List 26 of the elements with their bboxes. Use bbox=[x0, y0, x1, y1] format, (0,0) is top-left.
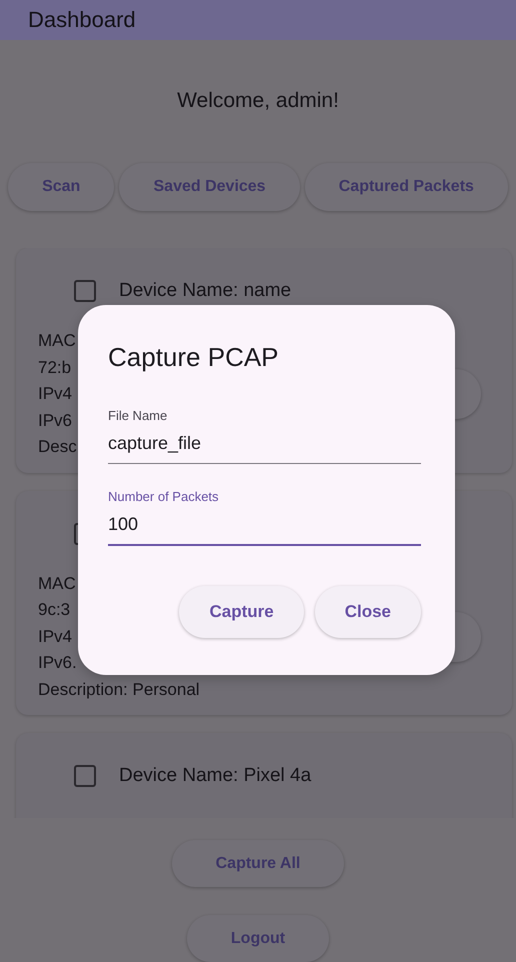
nav-button[interactable]: Saved Devices bbox=[119, 163, 300, 211]
nav-button[interactable]: Scan bbox=[8, 163, 114, 211]
device-detail: MAC bbox=[38, 572, 76, 594]
dialog-button[interactable]: Capture bbox=[179, 586, 304, 638]
checkbox[interactable] bbox=[74, 280, 96, 302]
dialog-title: Capture PCAP bbox=[108, 341, 280, 374]
app-title: Dashboard bbox=[28, 7, 136, 33]
text-field[interactable]: Number of Packets 100 bbox=[108, 478, 421, 546]
device-name: Device Name: Pixel 4a bbox=[119, 765, 312, 787]
device-detail: IPv6. bbox=[38, 652, 77, 674]
device-detail: 9c:3 bbox=[38, 599, 70, 621]
device-detail: Description: Personal bbox=[38, 678, 200, 700]
text-field[interactable]: File Name capture_file bbox=[108, 397, 421, 464]
device-detail: IPv4 bbox=[38, 626, 72, 648]
welcome-text: Welcome, admin! bbox=[176, 88, 340, 114]
nav-button[interactable]: Captured Packets bbox=[304, 163, 508, 211]
device-detail: 72:b bbox=[38, 356, 72, 378]
action-button[interactable]: Capture All bbox=[172, 840, 344, 887]
action-button[interactable]: Logout bbox=[186, 915, 330, 962]
device-detail: MAC bbox=[38, 330, 76, 352]
device-detail: Desc bbox=[38, 436, 77, 458]
device-detail: IPv6 bbox=[38, 410, 72, 432]
device-detail: IPv4 bbox=[38, 383, 72, 405]
checkbox[interactable] bbox=[74, 765, 96, 787]
dialog-button[interactable]: Close bbox=[314, 586, 421, 638]
device-name: Device Name: name bbox=[119, 280, 292, 302]
